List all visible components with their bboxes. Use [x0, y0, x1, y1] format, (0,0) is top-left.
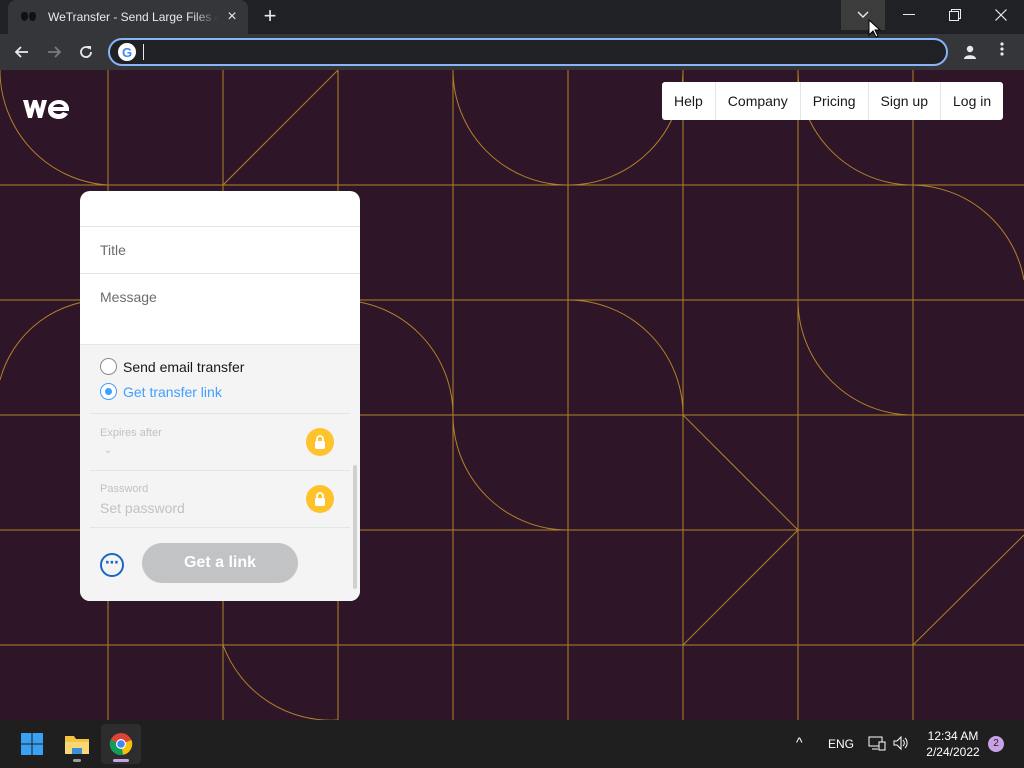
arrow-left-icon: [14, 46, 28, 58]
divider: [90, 470, 350, 471]
back-button[interactable]: [8, 38, 36, 66]
browser-menu-button[interactable]: [992, 40, 1012, 64]
restore-icon: [949, 9, 961, 21]
lock-icon[interactable]: [306, 485, 334, 513]
chevron-down-icon[interactable]: ⌄: [104, 445, 112, 456]
password-input[interactable]: Set password: [100, 500, 185, 516]
mouse-cursor-icon: [868, 19, 882, 38]
divider: [90, 527, 350, 528]
password-label: Password: [100, 483, 149, 495]
start-button[interactable]: [12, 724, 52, 764]
restore-button[interactable]: [932, 0, 978, 30]
radio-send-email-transfer[interactable]: Send email transfer: [100, 358, 244, 375]
get-a-link-button[interactable]: Get a link: [142, 543, 298, 583]
radio-get-transfer-link[interactable]: Get transfer link: [100, 383, 222, 400]
folder-icon: [65, 736, 89, 754]
address-input[interactable]: [142, 42, 922, 62]
padlock-icon: [315, 492, 325, 506]
transfer-options: Send email transfer Get transfer link Ex…: [80, 345, 360, 601]
transfer-panel: Title Message Send email transfer Get tr…: [80, 191, 360, 601]
more-vertical-icon: [1000, 42, 1004, 56]
tab-title: WeTransfer - Send Large Files & S: [48, 10, 218, 24]
arrow-right-icon: [48, 46, 62, 58]
running-indicator: [73, 759, 81, 762]
expires-after-label: Expires after: [100, 427, 162, 439]
volume-icon[interactable]: [892, 735, 910, 756]
chevron-down-icon: [857, 11, 869, 18]
nav-link-help[interactable]: Help: [662, 82, 716, 120]
reload-icon: [80, 46, 92, 58]
message-field[interactable]: Message: [80, 274, 360, 345]
clock-time: 12:34 AM: [927, 729, 979, 743]
nav-link-company[interactable]: Company: [716, 82, 801, 120]
browser-tab[interactable]: WeTransfer - Send Large Files & S ×: [8, 0, 248, 34]
reload-button[interactable]: [72, 38, 100, 66]
network-icon[interactable]: [868, 735, 886, 756]
divider: [90, 413, 350, 414]
nav-link-sign-up[interactable]: Sign up: [869, 82, 941, 120]
more-options-button[interactable]: ⋯: [100, 553, 124, 577]
browser-toolbar: G: [0, 34, 1024, 70]
address-bar[interactable]: G: [108, 38, 948, 66]
google-icon: G: [118, 43, 136, 61]
file-explorer-button[interactable]: [57, 724, 97, 764]
active-indicator: [113, 759, 129, 762]
profile-icon: [964, 45, 976, 59]
tab-close-icon[interactable]: ×: [224, 9, 240, 25]
new-tab-button[interactable]: +: [258, 5, 282, 28]
chrome-icon: [109, 733, 133, 756]
clock-date: 2/24/2022: [926, 745, 980, 759]
windows-logo-icon: [21, 733, 43, 755]
nav-link-pricing[interactable]: Pricing: [801, 82, 869, 120]
lock-icon[interactable]: [306, 428, 334, 456]
radio-checked-icon[interactable]: [100, 383, 117, 400]
panel-scrollbar[interactable]: [353, 465, 357, 589]
minimize-icon: [903, 14, 915, 15]
title-field[interactable]: Title: [80, 227, 360, 274]
close-window-button[interactable]: [978, 0, 1024, 30]
radio-unchecked-icon[interactable]: [100, 358, 117, 375]
system-clock[interactable]: 12:34 AM 2/24/2022: [918, 728, 988, 760]
chrome-taskbar-button[interactable]: [101, 724, 141, 764]
radio-label-email: Send email transfer: [123, 358, 245, 375]
radio-label-link: Get transfer link: [123, 383, 222, 400]
profile-button[interactable]: [958, 40, 982, 64]
nav-link-log-in[interactable]: Log in: [941, 82, 1003, 120]
close-icon: [995, 9, 1007, 21]
padlock-icon: [315, 435, 325, 449]
forward-button[interactable]: [40, 38, 68, 66]
language-indicator[interactable]: ENG: [828, 737, 854, 751]
text-caret: [143, 44, 144, 60]
wetransfer-page: Help Company Pricing Sign up Log in Titl…: [0, 70, 1024, 720]
minimize-button[interactable]: [886, 0, 932, 30]
tray-overflow-icon[interactable]: ^: [796, 734, 803, 750]
windows-taskbar: ^ ENG 12:34 AM 2/24/2022 2: [0, 720, 1024, 768]
notification-badge[interactable]: 2: [988, 736, 1004, 752]
top-navigation: Help Company Pricing Sign up Log in: [662, 82, 1004, 120]
wetransfer-logo[interactable]: [22, 96, 70, 122]
panel-top-area: [80, 191, 360, 227]
wetransfer-favicon-icon: [20, 10, 38, 24]
